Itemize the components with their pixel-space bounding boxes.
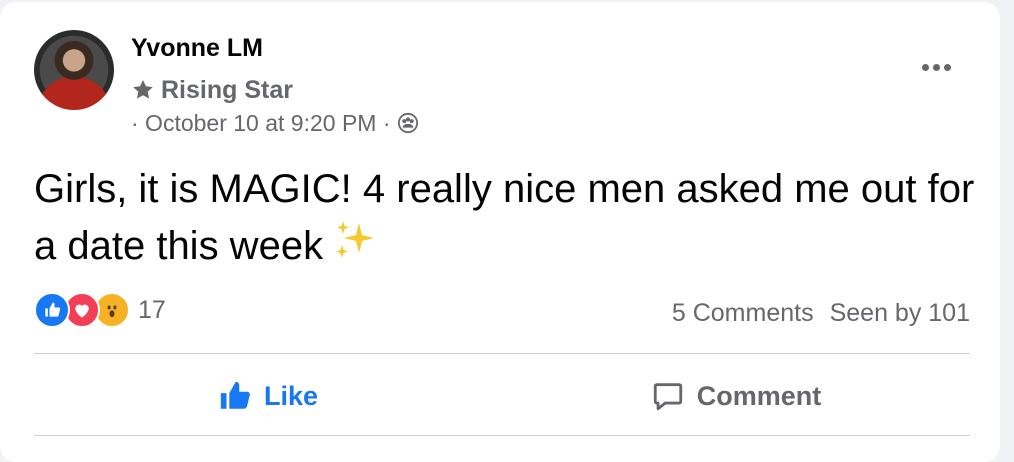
dot [921,63,929,71]
post-card: Yvonne LM Rising Star · October 10 at 9:… [0,2,1000,462]
more-options-button[interactable] [916,56,956,78]
like-reaction-icon [34,292,70,328]
comment-button[interactable]: Comment [502,355,970,437]
author-avatar[interactable] [34,30,114,110]
group-members-icon [397,112,418,134]
dot [943,63,951,71]
dot [932,63,940,71]
group-badge[interactable]: Rising Star [131,74,293,106]
like-button[interactable]: Like [34,355,502,437]
comment-label: Comment [696,380,822,411]
post-meta: · October 10 at 9:20 PM · [131,108,419,138]
seen-by-link[interactable]: Seen by 101 [830,296,970,330]
post-timestamp[interactable]: · October 10 at 9:20 PM · [131,108,391,138]
badge-label: Rising Star [161,76,293,104]
thumbs-up-icon [220,381,250,409]
comment-icon [653,383,682,411]
author-name[interactable]: Yvonne LM [131,32,263,64]
action-bar: Like Comment [34,355,970,437]
sparkles-icon [336,221,375,258]
like-label: Like [263,380,319,411]
post-text: Girls, it is MAGIC! 4 really nice men as… [34,167,975,268]
post-stats: 5 Comments Seen by 101 [672,296,970,330]
reaction-count: 17 [138,295,166,324]
comments-count-link[interactable]: 5 Comments [672,296,814,330]
post-body: Girls, it is MAGIC! 4 really nice men as… [34,162,984,274]
divider-top [34,353,970,354]
reactions-summary[interactable]: 17 [34,292,166,328]
star-icon [133,80,153,99]
divider-bottom [34,435,970,436]
